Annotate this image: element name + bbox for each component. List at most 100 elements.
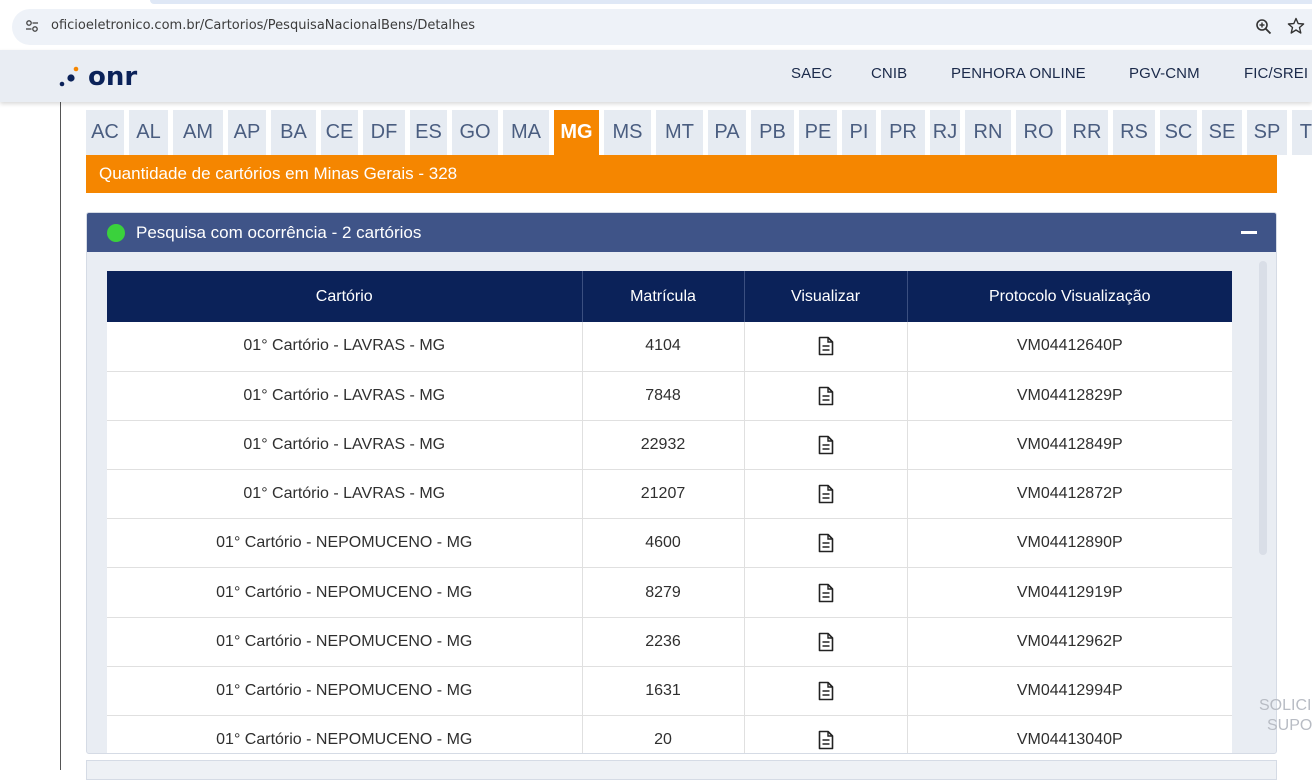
cell-cartorio: 01° Cartório - LAVRAS - MG — [107, 371, 583, 421]
document-icon[interactable] — [818, 484, 834, 504]
state-tab-ac[interactable]: AC — [86, 110, 124, 155]
state-tab-rj[interactable]: RJ — [930, 110, 960, 155]
state-tab-pb[interactable]: PB — [751, 110, 794, 155]
cell-visualizar — [744, 371, 908, 421]
site-header: onr SAEC CNIB PENHORA ONLINE PGV-CNM FIC… — [0, 50, 1312, 102]
document-icon[interactable] — [818, 632, 834, 652]
cell-matricula: 7848 — [582, 371, 745, 421]
state-tab-rn[interactable]: RN — [965, 110, 1011, 155]
cell-matricula: 2236 — [582, 617, 745, 667]
nav-pgv-cnm[interactable]: PGV-CNM — [1129, 65, 1200, 82]
state-tab-mt[interactable]: MT — [656, 110, 703, 155]
results-panel: Pesquisa com ocorrência - 2 cartórios Ca… — [86, 212, 1277, 754]
col-header-protocolo: Protocolo Visualização — [907, 271, 1232, 322]
state-tab-pr[interactable]: PR — [881, 110, 925, 155]
state-tab-go[interactable]: GO — [452, 110, 498, 155]
page-left-border — [60, 102, 61, 770]
state-tab-pi[interactable]: PI — [842, 110, 876, 155]
support-widget-text-2[interactable]: SUPO — [1267, 717, 1312, 735]
browser-address-bar: oficioeletronico.com.br/Cartorios/Pesqui… — [0, 0, 1312, 54]
table-row: 01° Cartório - NEPOMUCENO - MG 20 VM044130… — [107, 715, 1232, 753]
document-icon[interactable] — [818, 730, 834, 750]
col-header-cartorio: Cartório — [107, 271, 583, 322]
table-row: 01° Cartório - LAVRAS - MG 7848 VM04412829… — [107, 371, 1232, 421]
url-text[interactable]: oficioeletronico.com.br/Cartorios/Pesqui… — [51, 18, 475, 33]
nav-penhora-online[interactable]: PENHORA ONLINE — [951, 65, 1086, 82]
state-tab-ro[interactable]: RO — [1016, 110, 1061, 155]
cell-visualizar — [744, 617, 908, 667]
cell-cartorio: 01° Cartório - NEPOMUCENO - MG — [107, 567, 583, 618]
cell-protocolo: VM04412994P — [907, 666, 1232, 717]
table-row: 01° Cartório - NEPOMUCENO - MG 1631 VM0441… — [107, 666, 1232, 717]
collapse-minus-icon[interactable] — [1241, 231, 1257, 234]
cell-protocolo: VM04412849P — [907, 420, 1232, 471]
document-icon[interactable] — [818, 583, 834, 603]
onr-logo[interactable]: onr — [58, 58, 148, 88]
nav-fic-srei[interactable]: FIC/SREI — [1244, 65, 1308, 82]
panel-scrollbar[interactable] — [1259, 261, 1267, 555]
cell-matricula: 8279 — [582, 567, 745, 618]
state-tab-sc[interactable]: SC — [1160, 110, 1197, 155]
state-tab-df[interactable]: DF — [363, 110, 405, 155]
state-tab-ms[interactable]: MS — [604, 110, 651, 155]
cell-matricula: 1631 — [582, 666, 745, 717]
table-row: 01° Cartório - LAVRAS - MG 21207 VM0441287… — [107, 469, 1232, 520]
cell-visualizar — [744, 715, 908, 753]
state-tab-ba[interactable]: BA — [271, 110, 316, 155]
cell-matricula: 20 — [582, 715, 745, 753]
state-tab-mg[interactable]: MG — [554, 110, 599, 155]
col-header-visualizar: Visualizar — [744, 271, 908, 322]
bookmark-star-icon[interactable] — [1287, 17, 1305, 35]
table-row: 01° Cartório - NEPOMUCENO - MG 2236 VM0441… — [107, 617, 1232, 667]
status-dot-icon — [107, 224, 125, 242]
zoom-icon[interactable] — [1255, 18, 1272, 35]
cell-cartorio: 01° Cartório - NEPOMUCENO - MG — [107, 617, 583, 667]
cell-protocolo: VM04412962P — [907, 617, 1232, 667]
state-tab-rr[interactable]: RR — [1066, 110, 1108, 155]
cell-matricula: 4600 — [582, 518, 745, 569]
results-table: Cartório Matrícula Visualizar Protocolo … — [107, 271, 1232, 753]
state-tab-to[interactable]: TO — [1292, 110, 1312, 155]
cell-cartorio: 01° Cartório - LAVRAS - MG — [107, 469, 583, 520]
col-header-matricula: Matrícula — [582, 271, 745, 322]
state-tab-se[interactable]: SE — [1202, 110, 1242, 155]
cell-protocolo: VM04412872P — [907, 469, 1232, 520]
cartorios-count-label: Quantidade de cartórios em Minas Gerais … — [99, 164, 458, 183]
document-icon[interactable] — [818, 533, 834, 553]
state-tab-ap[interactable]: AP — [228, 110, 266, 155]
cartorios-count-bar: Quantidade de cartórios em Minas Gerais … — [86, 155, 1277, 193]
state-tab-ce[interactable]: CE — [321, 110, 358, 155]
table-row: 01° Cartório - LAVRAS - MG 22932 VM0441284… — [107, 420, 1232, 471]
cell-visualizar — [744, 518, 908, 569]
cell-protocolo: VM04412919P — [907, 567, 1232, 618]
table-row: 01° Cartório - NEPOMUCENO - MG 4600 VM0441… — [107, 518, 1232, 569]
cell-protocolo: VM04412890P — [907, 518, 1232, 569]
document-icon[interactable] — [818, 681, 834, 701]
svg-text:onr: onr — [88, 62, 137, 88]
state-tab-pe[interactable]: PE — [799, 110, 837, 155]
cell-cartorio: 01° Cartório - NEPOMUCENO - MG — [107, 518, 583, 569]
state-tab-sp[interactable]: SP — [1247, 110, 1287, 155]
site-settings-icon[interactable] — [25, 19, 39, 33]
document-icon[interactable] — [818, 386, 834, 406]
cell-visualizar — [744, 567, 908, 618]
state-tab-es[interactable]: ES — [410, 110, 447, 155]
document-icon[interactable] — [818, 435, 834, 455]
cell-visualizar — [744, 322, 908, 372]
cell-visualizar — [744, 469, 908, 520]
cell-cartorio: 01° Cartório - LAVRAS - MG — [107, 420, 583, 471]
document-icon[interactable] — [818, 336, 834, 356]
table-header-row: Cartório Matrícula Visualizar Protocolo … — [107, 271, 1232, 322]
state-tab-rs[interactable]: RS — [1113, 110, 1155, 155]
nav-saec[interactable]: SAEC — [791, 65, 832, 82]
panel-header[interactable]: Pesquisa com ocorrência - 2 cartórios — [87, 213, 1276, 252]
state-tab-al[interactable]: AL — [129, 110, 168, 155]
cell-protocolo: VM04413040P — [907, 715, 1232, 753]
next-panel — [86, 760, 1277, 780]
cell-matricula: 22932 — [582, 420, 745, 471]
support-widget-text-1[interactable]: SOLICI — [1259, 697, 1311, 715]
state-tab-am[interactable]: AM — [173, 110, 223, 155]
nav-cnib[interactable]: CNIB — [871, 65, 907, 82]
state-tab-pa[interactable]: PA — [708, 110, 746, 155]
state-tab-ma[interactable]: MA — [503, 110, 549, 155]
